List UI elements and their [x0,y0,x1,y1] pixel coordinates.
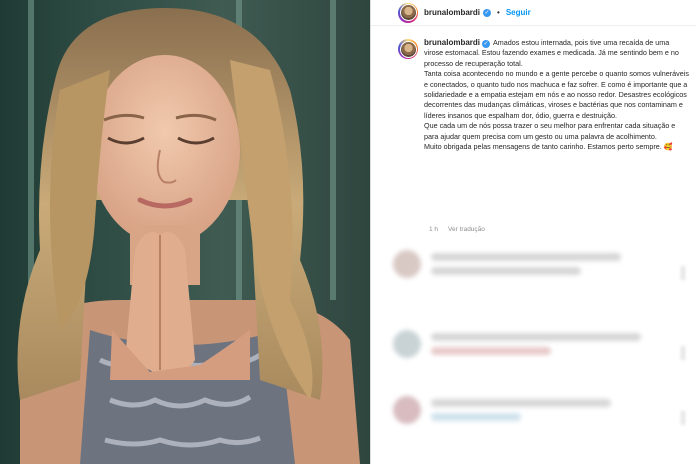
instagram-post-panel: brunalombardi ✓ • Seguir brunalombardi ✓ A… [370,0,696,464]
caption-paragraph-4: Muito obrigada pelas mensagens de tanto … [424,142,673,152]
see-translation-link[interactable]: Ver tradução [448,226,485,233]
blurred-comments [371,246,696,464]
post-meta: 1 h Ver tradução [429,226,485,233]
comment-row [393,250,621,278]
comment-row [393,330,641,358]
verified-badge-icon: ✓ [483,8,492,17]
caption-username[interactable]: brunalombardi [424,38,480,47]
caption-avatar[interactable] [398,39,418,59]
caption-paragraph-2: Tanta coisa acontecendo no mundo e a gen… [424,69,689,120]
avatar [393,396,421,424]
profile-avatar[interactable] [398,2,418,23]
comment-row [393,396,611,424]
post-caption: brunalombardi ✓ Amados estou internada, po… [398,38,690,152]
post-header: brunalombardi ✓ • Seguir [371,0,696,26]
avatar [393,250,421,278]
verified-badge-icon: ✓ [482,40,491,48]
separator-dot: • [497,8,500,17]
woman-praying-illustration [17,7,360,464]
avatar [393,330,421,358]
post-photo [0,0,370,464]
post-time: 1 h [429,226,439,233]
header-username[interactable]: brunalombardi [424,8,480,17]
follow-button[interactable]: Seguir [506,8,531,17]
caption-paragraph-3: Que cada um de nós possa trazer o seu me… [424,121,676,141]
